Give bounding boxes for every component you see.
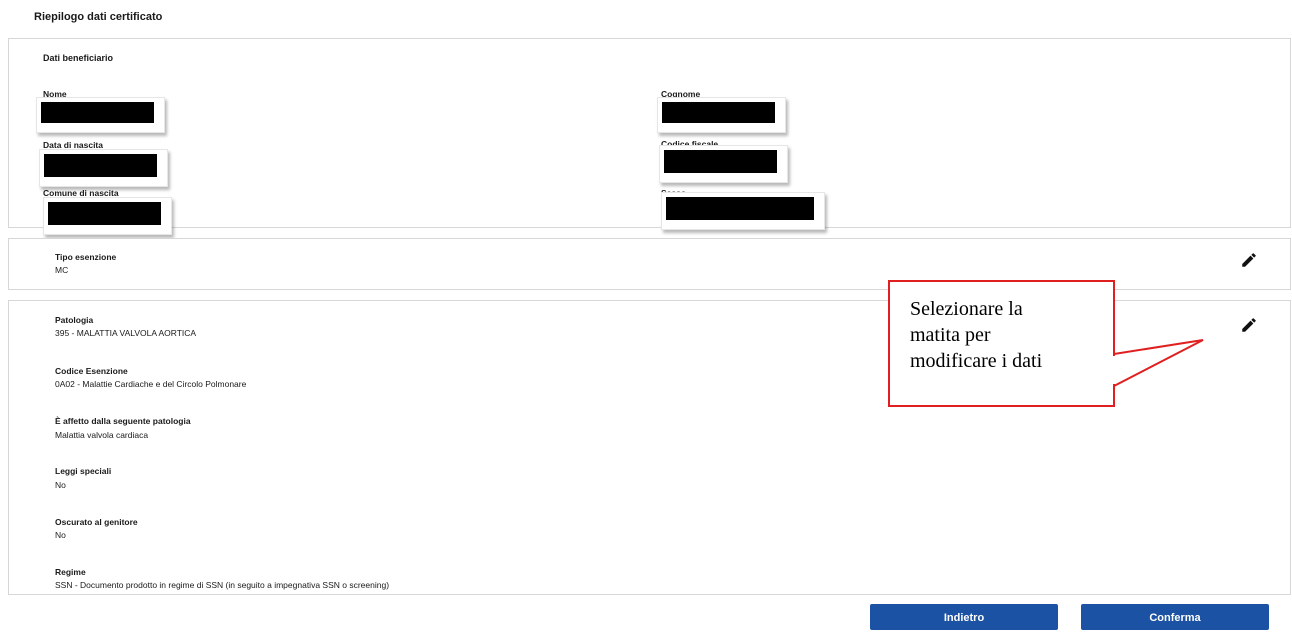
- beneficiary-card: Dati beneficiario Nome Cognome Data di n…: [8, 38, 1291, 235]
- patologia-value: 395 - MALATTIA VALVOLA AORTICA: [55, 328, 197, 338]
- patologia-label: Patologia: [55, 315, 94, 325]
- pencil-icon[interactable]: [1240, 316, 1258, 334]
- callout-box: Selezionare la matita per modificare i d…: [888, 280, 1115, 407]
- regime-label: Regime: [55, 567, 86, 577]
- redaction-data-nascita: [39, 149, 168, 187]
- tipo-esenzione-label: Tipo esenzione: [55, 252, 117, 262]
- redaction-comune-nascita: [43, 197, 172, 235]
- regime-value: SSN - Documento prodotto in regime di SS…: [55, 580, 390, 590]
- oscurato-genitore-value: No: [55, 530, 66, 540]
- confirm-button[interactable]: Conferma: [1081, 604, 1269, 630]
- pencil-icon[interactable]: [1240, 251, 1258, 269]
- redaction-codice-fiscale: [659, 145, 788, 183]
- redaction-cognome: [657, 97, 786, 133]
- beneficiary-section-title: Dati beneficiario: [43, 53, 114, 63]
- patologia-affetto-label: È affetto dalla seguente patologia: [55, 416, 191, 426]
- tipo-esenzione-value: MC: [55, 265, 69, 275]
- page-title: Riepilogo dati certificato: [34, 11, 163, 23]
- patologia-affetto-value: Malattia valvola cardiaca: [55, 430, 149, 440]
- leggi-speciali-value: No: [55, 480, 66, 490]
- codice-esenzione-value: 0A02 - Malattie Cardiache e del Circolo …: [55, 379, 247, 389]
- codice-esenzione-label: Codice Esenzione: [55, 366, 128, 376]
- back-button[interactable]: Indietro: [870, 604, 1058, 630]
- leggi-speciali-label: Leggi speciali: [55, 466, 112, 476]
- redaction-nome: [36, 97, 165, 133]
- redaction-sesso: [661, 192, 825, 230]
- oscurato-genitore-label: Oscurato al genitore: [55, 517, 138, 527]
- callout-text: Selezionare la matita per modificare i d…: [910, 298, 1043, 372]
